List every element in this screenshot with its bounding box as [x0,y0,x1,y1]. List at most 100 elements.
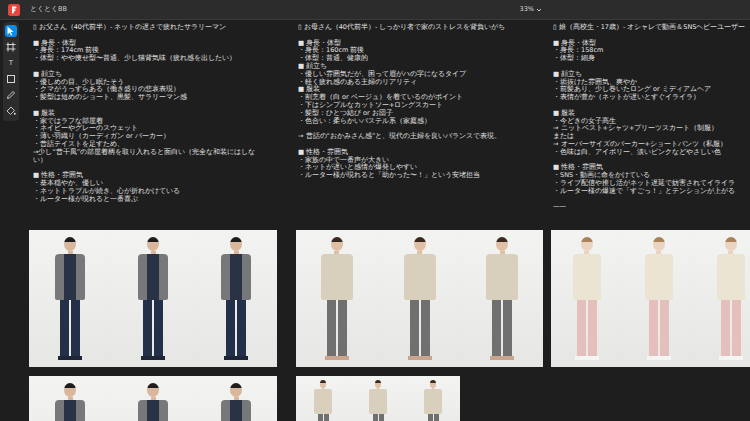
note-line[interactable]: → ニットベスト+シャツ+プリーツスカート（制服） [553,125,746,133]
person-figure [573,237,601,360]
note-line[interactable]: ・下はシンプルなカットソー+ロングスカート [298,102,546,110]
note-line[interactable]: ・基本穏やか、優しい [33,180,269,188]
note-title[interactable]: ▯ お母さん（40代前半）- しっかり者で家のストレスを背負いがち [298,24,546,32]
note-line[interactable]: ・ネットトラブルが続き、心が折れかけている [33,188,269,196]
note-block: ■ 服装・今どきの女子高生→ ニットベスト+シャツ+プリーツスカート（制服）また… [553,110,746,157]
note-line[interactable]: ・色合い：柔らかいパステル系（家庭感） [298,118,546,126]
note-line[interactable]: ・体型：やや痩せ型〜普通、少し猫背気味（疲れ感を出したい） [33,55,269,63]
note-title[interactable]: ▯ お父さん（40代前半）- ネットの遅さで疲れたサラリーマン [33,24,269,32]
note-line[interactable]: → オーバーサイズのパーカー+ショートパンツ（私服） [553,141,746,149]
note-line[interactable]: ・身長：158cm [553,47,746,55]
head [147,237,159,251]
shape-tool-icon[interactable] [5,73,17,85]
note-line[interactable]: ■ 身長・体型 [33,40,269,48]
note-line[interactable]: ・家ではラフな部屋着 [33,118,269,126]
head [375,380,382,388]
head [331,237,343,251]
file-title[interactable]: とくとくBB [30,5,67,15]
note-line[interactable]: ■ 服装 [298,86,546,94]
torso [55,400,85,421]
note-line[interactable]: ■ 服装 [33,110,269,118]
character-note[interactable]: ▯ お母さん（40代前半）- しっかり者で家のストレスを背負いがち ■ 身長・体型… [296,24,546,230]
head [581,237,593,251]
note-line[interactable]: —— [553,203,746,211]
note-line[interactable]: ・家族の中で一番声が大きい [298,157,546,165]
note-line[interactable]: ・身長：174cm 前後 [33,47,269,55]
note-line[interactable]: ・今どきの女子高生 [553,118,746,126]
note-line[interactable]: ・昔話テイストを足すため、 [33,141,269,149]
note-line[interactable]: ・体型：普通、健康的 [298,55,546,63]
reference-photo[interactable] [296,376,460,421]
note-line[interactable]: ・軽く疲れ感のある主婦のリアリティ [298,79,546,87]
note-line[interactable]: ・髪型は短めのショート、黒髪、サラリーマン感 [33,94,269,102]
note-line[interactable]: ■ 性格・雰囲気 [298,149,546,157]
tool-button[interactable] [5,73,17,85]
fill-tool-icon[interactable] [5,105,17,117]
move-tool-icon[interactable] [5,25,17,37]
photo-panel [461,230,543,367]
note-line[interactable]: ・薄い羽織り（カーディガン or パーカー） [33,133,269,141]
reference-photo[interactable] [296,230,543,367]
note-line[interactable]: ・ライブ配信や推し活がネット遅延で妨害されてイライラ [553,180,746,188]
note-line[interactable]: ・体型：細身 [553,55,746,63]
head [230,383,242,397]
tool-button[interactable] [5,89,17,101]
note-line[interactable]: ■ 身長・体型 [298,40,546,48]
note-line[interactable]: ・髪型：ひとつ結び or お団子 [298,110,546,118]
note-line[interactable]: ・色味は白、アイボリー、淡いピンクなどやさしい色 [553,149,746,157]
note-line[interactable]: ■ 顔立ち [298,63,546,71]
head [64,237,76,251]
text-tool-icon[interactable]: T [9,57,13,69]
note-line[interactable]: ・垢抜けた雰囲気、爽やか [553,79,746,87]
zoom-level[interactable]: 33% [520,5,534,15]
note-line[interactable]: ・ネットが遅いと感情が爆発しやすい [298,164,546,172]
note-line[interactable]: →少し“昔干風”の部屋着柄を取り入れると面白い（完全な和装にはしない） [33,149,269,165]
photo-panel [112,230,194,367]
feet [224,356,248,360]
tool-button[interactable]: T [5,57,17,69]
torso [321,254,353,300]
note-line[interactable]: ・SNS・動画に命をかけている [553,172,746,180]
note-line[interactable]: ・優しめの目、少し眠たそう [33,79,269,87]
person-figure [486,237,518,360]
note-line[interactable]: ・割烹着（白 or ベージュ）を着ているのがポイント [298,94,546,102]
note-line[interactable]: ・ルーター様が現れると「助かった〜！」という安堵担当 [298,172,546,180]
torso [424,389,442,414]
tool-button[interactable] [5,41,17,53]
chevron-down-icon[interactable] [536,7,542,13]
note-line[interactable]: ■ 顔立ち [33,71,269,79]
head [64,383,76,397]
note-line[interactable]: または [553,133,746,141]
note-line[interactable]: ■ 身長・体型 [553,40,746,48]
tool-button[interactable] [5,105,17,117]
feet [575,356,599,360]
pen-tool-icon[interactable] [5,89,17,101]
note-line[interactable]: ■ 顔立ち [553,71,746,79]
reference-photo[interactable] [29,376,277,421]
note-line[interactable]: ・ルーター様が現れると一番喜ぶ [33,196,269,204]
note-line[interactable]: ・身長：160cm 前後 [298,47,546,55]
reference-photo[interactable] [551,230,750,367]
feet [719,356,743,360]
note-line[interactable]: ・ルーター様の爆速で「すごっ！」とテンションが上がる [553,188,746,196]
note-line[interactable]: ・クマがうっすらある（働き盛りの悲哀表現） [33,86,269,94]
note-line[interactable]: ・優しい雰囲気だが、困って眉がハの字になるタイプ [298,71,546,79]
reference-photo[interactable] [29,230,277,367]
legs [410,300,430,356]
note-title[interactable]: ▯ 娘（高校生・17歳）- オシャレで動画＆SNSヘビーユーザー [553,24,746,32]
character-note[interactable]: ▯ お父さん（40代前半）- ネットの遅さで疲れたサラリーマン ■ 身長・体型・身… [29,24,269,230]
note-line[interactable]: ・ネイビーやグレーのスウェット [33,125,269,133]
app-logo-icon[interactable] [8,4,20,16]
frame-tool-icon[interactable] [5,41,17,53]
note-line[interactable]: ■ 性格・雰囲気 [33,172,269,180]
zoom-control[interactable]: 33% [520,5,542,15]
note-line[interactable]: ・前髪あり、少し巻いたロング or ミディアムヘア [553,86,746,94]
character-note[interactable]: ▯ 娘（高校生・17歳）- オシャレで動画＆SNSヘビーユーザー ■ 身長・体型・… [551,24,746,230]
photo-panel [296,230,378,367]
note-line[interactable]: ・表情が豊か（ネットが遅いとすぐイライラ） [553,94,746,102]
tool-button[interactable] [5,25,17,37]
canvas[interactable]: T▯ お父さん（40代前半）- ネットの遅さで疲れたサラリーマン■ 身長・体型・… [0,20,750,421]
note-line[interactable]: → 昔話の“おかみさん感”と、現代の主婦を良いバランスで表現。 [298,133,546,141]
note-line[interactable]: ■ 性格・雰囲気 [553,164,746,172]
note-line[interactable]: ■ 服装 [553,110,746,118]
